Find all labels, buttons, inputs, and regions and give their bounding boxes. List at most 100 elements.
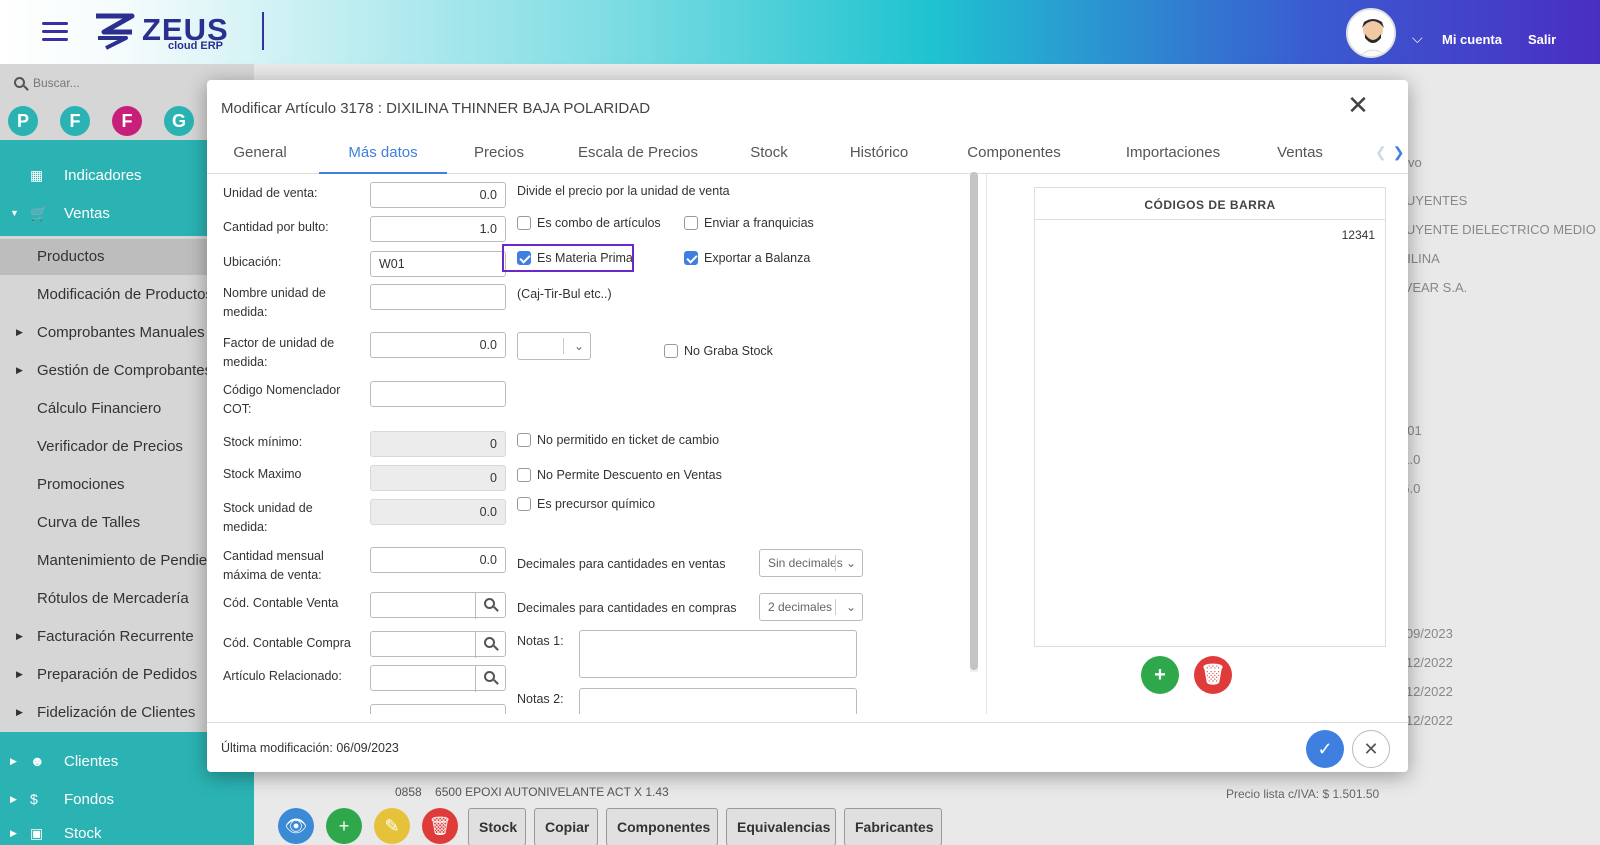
view-button[interactable]: 👁 [278,808,314,844]
add-button[interactable]: + [326,808,362,844]
sidebar-item-stock[interactable]: ▶ ▣ Stock [0,816,254,845]
nombre-unidad-input[interactable] [370,284,506,310]
no-permite-descuento-checkbox[interactable] [517,468,531,482]
cod-contable-venta-input[interactable] [370,592,506,619]
account-link[interactable]: Mi cuenta [1442,32,1502,47]
precursor-quimico-checkbox[interactable] [517,497,531,511]
label-cantidad-mensual: Cantidad mensual máxima de venta: [223,549,324,582]
search-button[interactable] [475,593,505,619]
search-placeholder: Buscar... [33,76,80,90]
es-combo-checkbox[interactable] [517,216,531,230]
chevron-right-icon[interactable]: ❯ [1393,144,1405,160]
search-icon [484,598,495,609]
modal-title: Modificar Artículo 3178 : DIXILINA THINN… [221,100,651,117]
label-nombre-unidad: Nombre unidad de medida: [223,286,326,319]
no-graba-stock-label: No Graba Stock [684,344,773,358]
caret-right-icon: ▶ [16,707,23,717]
chevron-down-icon: ⌄ [573,339,584,353]
user-avatar[interactable] [1346,8,1396,58]
caret-right-icon: ▶ [16,327,23,337]
sidebar-search[interactable]: Buscar... [14,76,80,90]
stock-minimo-input: 0 [370,431,506,457]
search-icon [14,77,25,88]
search-button[interactable] [475,632,505,658]
brand-subtitle: cloud ERP [168,40,224,52]
tab-general[interactable]: General [221,132,299,174]
cantidad-mensual-input[interactable]: 0.0 [370,547,506,573]
caret-right-icon: ▶ [16,365,23,375]
fabricantes-button[interactable]: Fabricantes [844,808,942,845]
form-scrollbar[interactable] [970,172,978,672]
barcode-item[interactable]: 12341 [1342,228,1375,242]
tab-historico[interactable]: Histórico [839,132,919,174]
menu-icon[interactable] [42,22,68,42]
unidad-venta-input[interactable]: 0.0 [370,182,506,208]
label-cantidad-bulto: Cantidad por bulto: [223,220,329,234]
equivalencias-button[interactable]: Equivalencias [726,808,836,845]
cod-contable-compra-input[interactable] [370,631,506,658]
scrollbar-thumb[interactable] [970,172,978,670]
label-stock-maximo: Stock Maximo [223,467,302,481]
label-codigo-nomenclador: Código Nomenclador COT: [223,383,341,416]
cantidad-bulto-input[interactable]: 1.0 [370,216,506,242]
notas2-textarea[interactable] [579,688,857,714]
chevron-left-icon[interactable]: ❮ [1375,144,1387,160]
decimales-compras-value: 2 decimales [768,600,833,614]
confirm-button[interactable]: ✓ [1306,730,1344,768]
tab-stock[interactable]: Stock [739,132,799,174]
tab-componentes[interactable]: Componentes [957,132,1071,174]
background-price: Precio lista c/IVA: $ 1.501.50 [1226,787,1380,801]
exportar-balanza-checkbox[interactable] [684,251,698,265]
factor-unidad-input[interactable]: 0.0 [370,332,506,358]
tab-importaciones[interactable]: Importaciones [1113,132,1233,174]
factor-unidad-select[interactable]: ⌄ [517,332,591,360]
tab-escala-precios[interactable]: Escala de Precios [573,132,703,174]
ubicacion-input[interactable]: W01 [370,251,506,277]
close-icon[interactable]: ✕ [1343,90,1373,120]
logo: ZEUS cloud ERP [92,10,242,54]
codigo-nomenclador-input[interactable] [370,381,506,407]
no-permitido-ticket-checkbox[interactable] [517,433,531,447]
enviar-franquicias-checkbox[interactable] [684,216,698,230]
notas1-label: Notas 1: [517,634,564,648]
decimales-compras-select[interactable]: 2 decimales ⌄ [759,593,863,621]
search-button[interactable] [475,666,505,692]
add-barcode-button[interactable]: + [1141,656,1179,694]
sidebar-item-fondos[interactable]: ▶ $ Fondos [0,782,254,818]
logout-link[interactable]: Salir [1528,32,1556,47]
hidden-field-input[interactable] [370,704,506,714]
componentes-button[interactable]: Componentes [606,808,718,845]
label-cod-contable-venta: Cód. Contable Venta [223,596,339,610]
panel-divider [986,174,987,714]
decimales-ventas-select[interactable]: Sin decimales ⌄ [759,549,863,577]
quick-circle-g[interactable]: G [164,106,194,136]
header-divider [262,12,264,50]
chevron-down-icon: ⌄ [845,556,856,570]
caret-right-icon: ▶ [10,828,17,838]
quick-circle-p[interactable]: P [8,106,38,136]
label-ubicacion: Ubicación: [223,255,282,269]
delete-barcode-button[interactable]: 🗑 [1194,656,1232,694]
caret-right-icon: ▶ [10,794,17,804]
cancel-button[interactable]: ✕ [1352,730,1390,768]
tab-ventas[interactable]: Ventas [1269,132,1331,174]
notas1-textarea[interactable] [579,630,857,678]
bg-row-desc: 6500 EPOXI AUTONIVELANTE ACT X 1.43 [435,785,669,799]
decimales-ventas-value: Sin decimales [768,556,843,570]
delete-button[interactable]: 🗑 [422,808,458,844]
copiar-button[interactable]: Copiar [534,808,598,845]
quick-circle-f[interactable]: F [60,106,90,136]
background-table-row: 0858 6500 EPOXI AUTONIVELANTE ACT X 1.43 [395,785,669,799]
quick-circle-f2[interactable]: F [112,106,142,136]
articulo-relacionado-input[interactable] [370,665,506,692]
tab-mas-datos[interactable]: Más datos [319,132,447,174]
bg-value: ILUYENTE DIELECTRICO MEDIO [1395,222,1596,237]
edit-button[interactable]: ✎ [374,808,410,844]
chevron-down-icon[interactable]: ⌵ [1412,30,1423,47]
tab-precios[interactable]: Precios [463,132,535,174]
modal-footer: Última modificación: 06/09/2023 ✓ ✕ [207,722,1408,772]
last-modified: Última modificación: 06/09/2023 [221,741,399,755]
stock-unidad-input: 0.0 [370,499,506,525]
stock-button[interactable]: Stock [468,808,526,845]
no-graba-stock-checkbox[interactable] [664,344,678,358]
